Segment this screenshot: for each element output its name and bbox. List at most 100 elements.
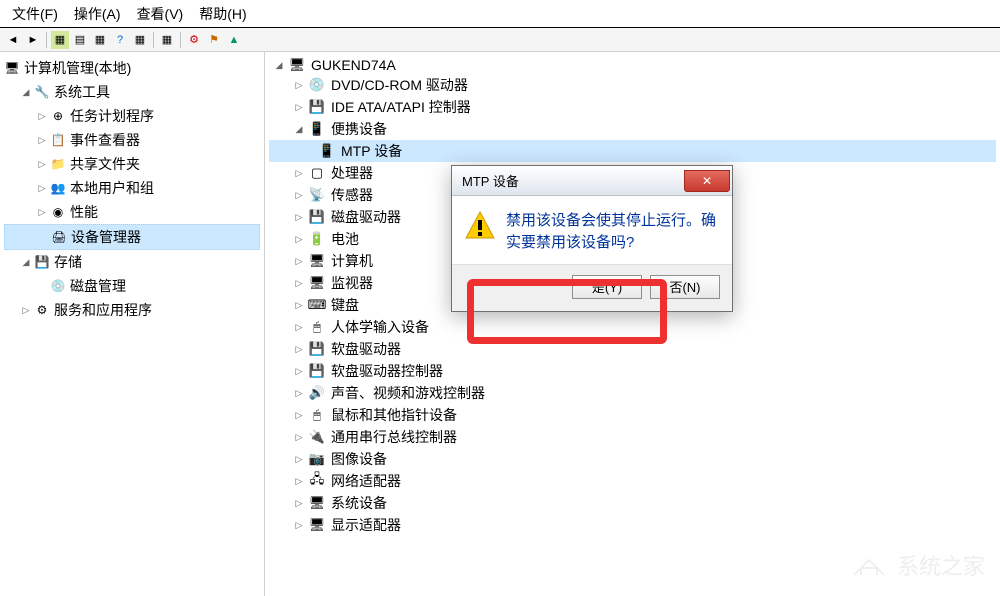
device-label: 通用串行总线控制器 [331, 427, 457, 447]
expand-icon[interactable]: ▷ [293, 475, 305, 487]
tree-services-apps[interactable]: ▷ ⚙ 服务和应用程序 [4, 298, 260, 322]
mouse-icon: 🖱 [307, 407, 327, 423]
expand-icon[interactable]: ▷ [293, 387, 305, 399]
device-ide[interactable]: ▷ 💾 IDE ATA/ATAPI 控制器 [269, 96, 996, 118]
toolbar-btn-6[interactable]: ▦ [158, 31, 176, 49]
toolbar-btn-7[interactable]: ⚙ [185, 31, 203, 49]
no-button[interactable]: 否(N) [650, 275, 720, 299]
tree-root[interactable]: 🖥 计算机管理(本地) [4, 56, 260, 80]
device-display[interactable]: ▷ 🖥 显示适配器 [269, 514, 996, 536]
toolbar-btn-1[interactable]: ▦ [51, 31, 69, 49]
separator [180, 32, 181, 48]
tree-performance[interactable]: ▷ ◉ 性能 [4, 200, 260, 224]
tree-storage[interactable]: ◢ 💾 存储 [4, 250, 260, 274]
expand-icon[interactable]: ▷ [293, 343, 305, 355]
expand-icon[interactable]: ▷ [293, 321, 305, 333]
device-system[interactable]: ▷ 🖥 系统设备 [269, 492, 996, 514]
toolbar-btn-8[interactable]: ⚑ [205, 31, 223, 49]
expand-icon[interactable]: ▷ [293, 79, 305, 91]
device-usb[interactable]: ▷ 🔌 通用串行总线控制器 [269, 426, 996, 448]
tree-local-users[interactable]: ▷ 👥 本地用户和组 [4, 176, 260, 200]
expand-icon[interactable]: ▷ [293, 497, 305, 509]
separator [46, 32, 47, 48]
expand-icon[interactable]: ▷ [293, 233, 305, 245]
mtp-icon: 📱 [317, 143, 337, 159]
performance-icon: ◉ [50, 204, 66, 220]
device-label: 系统设备 [331, 493, 387, 513]
device-floppy-controller[interactable]: ▷ 💾 软盘驱动器控制器 [269, 360, 996, 382]
device-label: 人体学输入设备 [331, 317, 429, 337]
expand-icon[interactable]: ▷ [20, 304, 32, 316]
tree-shared-folders[interactable]: ▷ 📁 共享文件夹 [4, 152, 260, 176]
tree-event-viewer[interactable]: ▷ 📋 事件查看器 [4, 128, 260, 152]
menu-help[interactable]: 帮助(H) [191, 2, 254, 26]
toolbar-btn-2[interactable]: ▤ [71, 31, 89, 49]
expand-icon[interactable]: ▷ [293, 101, 305, 113]
menu-file[interactable]: 文件(F) [4, 2, 66, 26]
dialog-titlebar[interactable]: MTP 设备 ✕ [452, 166, 732, 196]
tree-system-tools[interactable]: ◢ 🔧 系统工具 [4, 80, 260, 104]
device-label: MTP 设备 [341, 141, 402, 161]
device-root[interactable]: ◢ 🖥 GUKEND74A [269, 56, 996, 74]
collapse-icon[interactable]: ◢ [20, 86, 32, 98]
expand-icon[interactable]: ▷ [293, 211, 305, 223]
expand-icon[interactable]: ▷ [293, 409, 305, 421]
device-label: 便携设备 [331, 119, 387, 139]
expand-icon[interactable]: ▷ [36, 110, 48, 122]
device-imaging[interactable]: ▷ 📷 图像设备 [269, 448, 996, 470]
device-mouse[interactable]: ▷ 🖱 鼠标和其他指针设备 [269, 404, 996, 426]
device-mtp[interactable]: 📱 MTP 设备 [269, 140, 996, 162]
expand-icon[interactable]: ▷ [293, 431, 305, 443]
tree-device-manager[interactable]: 🖨 设备管理器 [4, 224, 260, 250]
toolbar-btn-5[interactable]: ▦ [131, 31, 149, 49]
device-dvd[interactable]: ▷ 💿 DVD/CD-ROM 驱动器 [269, 74, 996, 96]
expand-icon[interactable]: ▷ [36, 206, 48, 218]
tree-disk-management[interactable]: 💿 磁盘管理 [4, 274, 260, 298]
toolbar-btn-3[interactable]: ▦ [91, 31, 109, 49]
expand-icon[interactable]: ▷ [293, 453, 305, 465]
device-network[interactable]: ▷ 🖧 网络适配器 [269, 470, 996, 492]
device-label: 声音、视频和游戏控制器 [331, 383, 485, 403]
expand-icon[interactable]: ▷ [36, 182, 48, 194]
expand-icon[interactable]: ▷ [36, 158, 48, 170]
close-button[interactable]: ✕ [684, 170, 730, 192]
forward-button[interactable]: ► [24, 31, 42, 49]
device-label: 鼠标和其他指针设备 [331, 405, 457, 425]
device-label: DVD/CD-ROM 驱动器 [331, 75, 468, 95]
menu-view[interactable]: 查看(V) [129, 2, 192, 26]
device-hid[interactable]: ▷ 🖱 人体学输入设备 [269, 316, 996, 338]
device-portable[interactable]: ◢ 📱 便携设备 [269, 118, 996, 140]
expand-icon[interactable]: ▷ [293, 519, 305, 531]
collapse-icon[interactable]: ◢ [273, 59, 285, 71]
expand-icon[interactable]: ▷ [293, 365, 305, 377]
expand-icon[interactable]: ▷ [293, 167, 305, 179]
floppy-icon: 💾 [307, 341, 327, 357]
device-label: 监视器 [331, 273, 373, 293]
device-label: 计算机 [331, 251, 373, 271]
menu-action[interactable]: 操作(A) [66, 2, 129, 26]
device-sound[interactable]: ▷ 🔊 声音、视频和游戏控制器 [269, 382, 996, 404]
content-area: 🖥 计算机管理(本地) ◢ 🔧 系统工具 ▷ ⊕ 任务计划程序 ▷ 📋 事件查看… [0, 52, 1000, 596]
tree-label: 性能 [70, 202, 98, 222]
tree-label: 存储 [54, 252, 82, 272]
expand-icon[interactable]: ▷ [293, 277, 305, 289]
dialog-title-text: MTP 设备 [462, 171, 519, 190]
services-icon: ⚙ [34, 302, 50, 318]
expand-icon[interactable]: ▷ [293, 189, 305, 201]
expand-icon[interactable]: ▷ [293, 255, 305, 267]
yes-button[interactable]: 是(Y) [572, 275, 642, 299]
toolbar-btn-9[interactable]: ▲ [225, 31, 243, 49]
collapse-icon[interactable]: ◢ [293, 123, 305, 135]
expand-icon[interactable]: ▷ [36, 134, 48, 146]
tree-task-scheduler[interactable]: ▷ ⊕ 任务计划程序 [4, 104, 260, 128]
toolbar-btn-4[interactable]: ? [111, 31, 129, 49]
collapse-icon[interactable]: ◢ [20, 256, 32, 268]
back-button[interactable]: ◄ [4, 31, 22, 49]
disk-icon: 💾 [307, 209, 327, 225]
spacer [37, 231, 49, 243]
floppy-controller-icon: 💾 [307, 363, 327, 379]
expand-icon[interactable]: ▷ [293, 299, 305, 311]
device-label: 网络适配器 [331, 471, 401, 491]
device-floppy[interactable]: ▷ 💾 软盘驱动器 [269, 338, 996, 360]
display-icon: 🖥 [307, 517, 327, 533]
